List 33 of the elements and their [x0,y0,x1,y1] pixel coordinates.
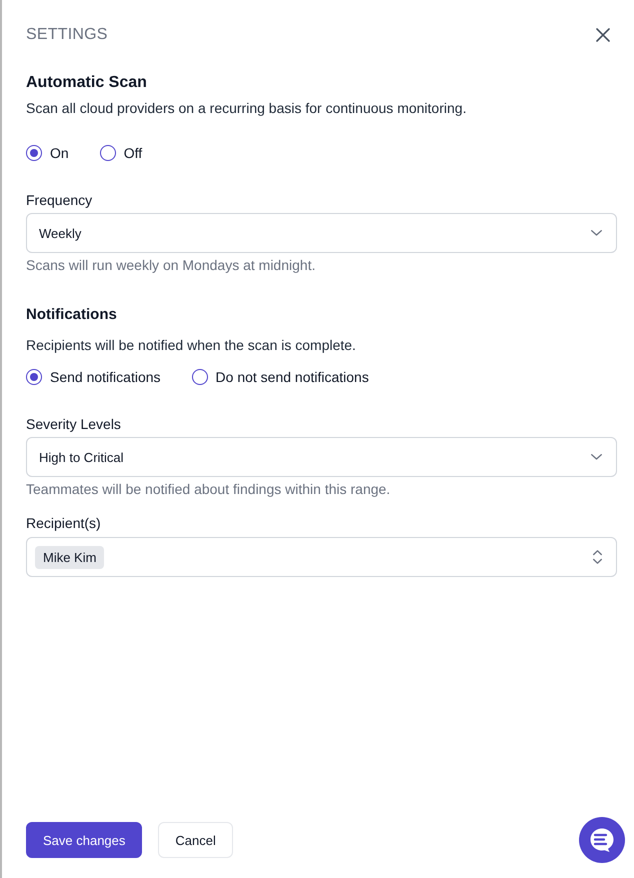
radio-icon[interactable] [26,369,42,385]
section-description: Scan all cloud providers on a recurring basis for continuous monitoring. [26,99,468,118]
field-label: Recipient(s) [26,514,102,533]
select-value: Weekly [39,226,82,240]
section-heading: Notifications [26,305,118,325]
panel-title: SETTINGS [26,25,108,45]
close-button[interactable] [596,28,610,42]
radio-icon[interactable] [26,145,42,161]
radio-option[interactable]: On [26,143,69,163]
radio-option[interactable]: Do not send notifications [192,367,369,387]
severity-select[interactable]: High to Critical [26,437,617,477]
recipients-select[interactable]: Mike Kim [26,537,617,577]
field-label: Frequency [26,191,94,210]
select-value: High to Critical [39,450,124,464]
field-label: Severity Levels [26,415,122,434]
save-button[interactable]: Save changes [26,822,142,858]
recipient-tag: Mike Kim [35,546,104,568]
radio-icon[interactable] [192,369,208,385]
help-text: Scans will run weekly on Mondays at midnight. [26,256,316,275]
chevron-down-icon [591,230,602,236]
chevron-down-icon [591,454,602,460]
chat-button[interactable] [579,817,625,863]
frequency-select[interactable]: Weekly [26,213,617,253]
section-heading: Automatic Scan [26,73,148,93]
chevron-up-down-icon [593,550,602,564]
radio-option[interactable]: Off [100,143,142,163]
chat-bubble-icon [589,827,615,853]
section-description: Recipients will be notified when the scan is complete. [26,336,357,355]
help-text: Teammates will be notified about findings within this range. [26,480,392,499]
radio-icon[interactable] [100,145,116,161]
radio-option[interactable]: Send notifications [26,367,161,387]
cancel-button[interactable]: Cancel [158,822,233,858]
close-icon [596,28,610,42]
